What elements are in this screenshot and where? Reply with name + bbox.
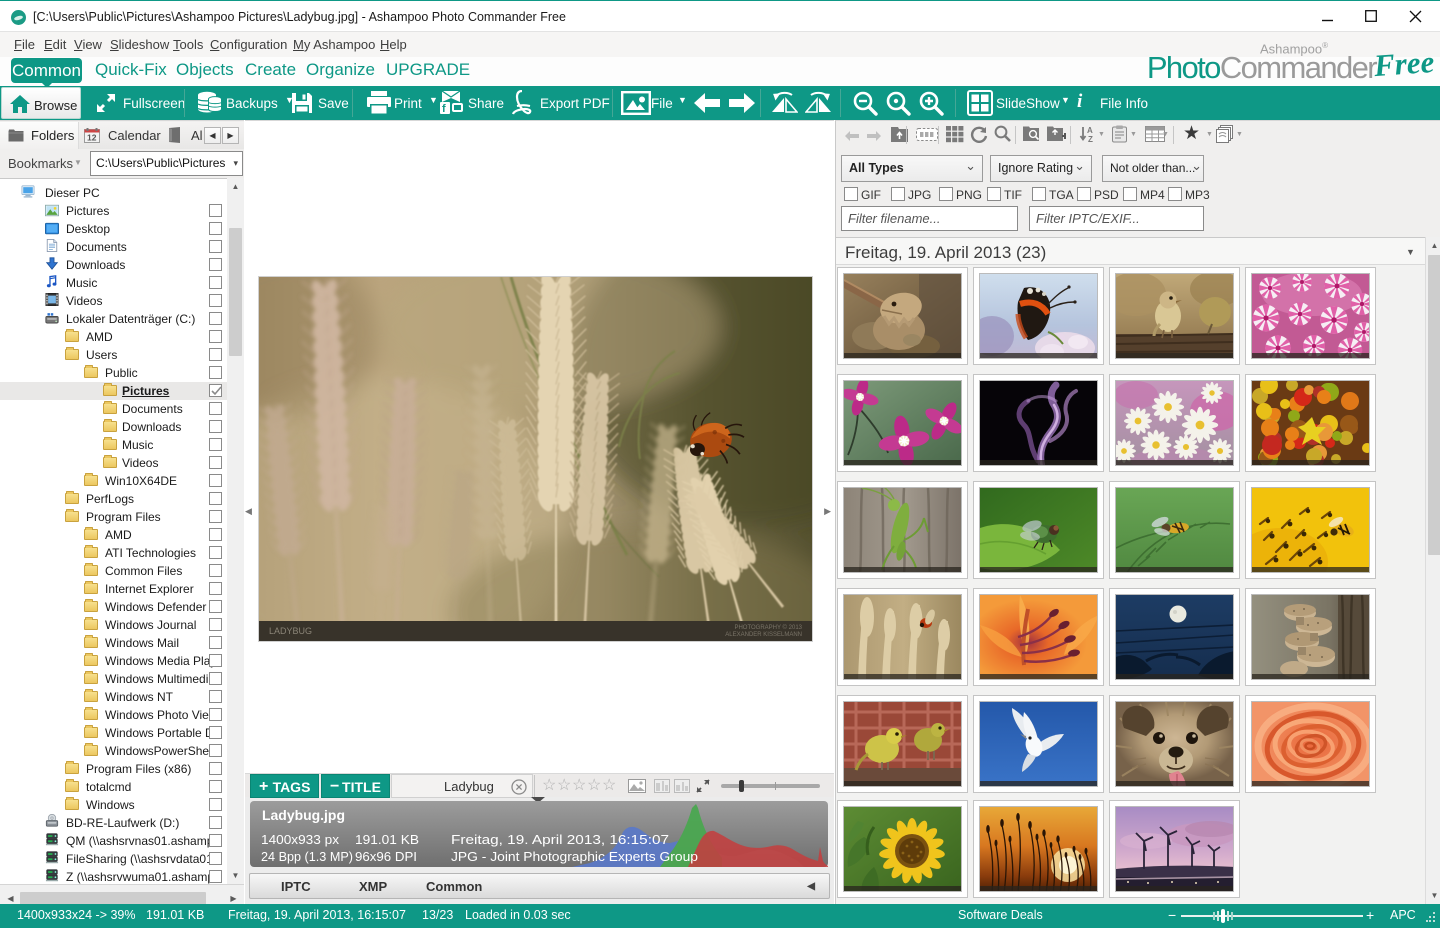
svg-text:JPG - Joint Photographic Exper: JPG - Joint Photographic Experts Group bbox=[451, 849, 698, 864]
svg-text:Z: Z bbox=[1088, 135, 1093, 143]
svg-text:1400x933 px: 1400x933 px bbox=[261, 832, 340, 847]
svg-text:PHOTOGRAPHY © 2013: PHOTOGRAPHY © 2013 bbox=[734, 624, 802, 631]
svg-text:LADYBUG: LADYBUG bbox=[269, 626, 312, 636]
svg-text:12: 12 bbox=[87, 133, 97, 143]
svg-text:24 Bpp (1.3 MP): 24 Bpp (1.3 MP) bbox=[261, 849, 353, 864]
svg-text:ALEXANDER KISSELMANN: ALEXANDER KISSELMANN bbox=[725, 632, 802, 638]
svg-text:96x96 DPI: 96x96 DPI bbox=[355, 849, 417, 864]
svg-text:191.01 KB: 191.01 KB bbox=[355, 832, 419, 847]
svg-text:f: f bbox=[442, 103, 446, 115]
svg-text:Freitag, 19. April 2013, 16:15: Freitag, 19. April 2013, 16:15:07 bbox=[451, 832, 669, 847]
svg-text:Ladybug.jpg: Ladybug.jpg bbox=[262, 808, 345, 823]
svg-text:A: A bbox=[1087, 126, 1093, 135]
